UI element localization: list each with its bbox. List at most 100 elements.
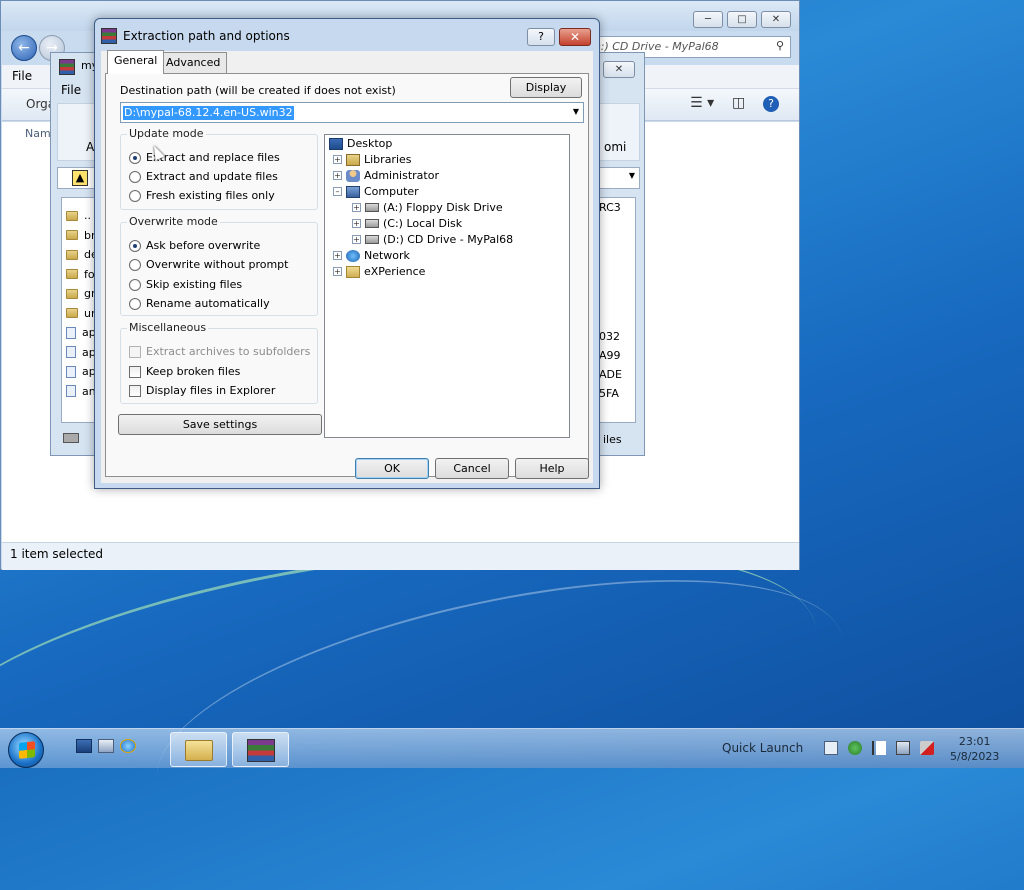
checkbox-keep-broken-files[interactable]: Keep broken files [129, 365, 240, 378]
cd-drive-icon [365, 235, 379, 244]
destination-path-combo[interactable]: D:\mypal-68.12.4.en-US.win32 ▼ [120, 102, 584, 123]
winrar-icon [59, 59, 75, 75]
crc-value: ADE [599, 368, 622, 381]
maximize-button[interactable]: □ [727, 11, 757, 28]
taskbar-winrar-button[interactable] [232, 732, 289, 767]
help-button[interactable]: Help [515, 458, 589, 479]
folder-tree[interactable]: Desktop + Libraries + Administrator – Compu… [324, 134, 570, 438]
views-icon[interactable]: ☰ ▾ [690, 95, 714, 111]
clock-date: 5/8/2023 [950, 750, 1000, 763]
dialog-close-button[interactable]: ✕ [559, 28, 591, 46]
expand-icon[interactable]: + [333, 251, 342, 260]
radio-rename-automatically[interactable]: Rename automatically [129, 297, 270, 310]
radio-icon[interactable] [129, 170, 141, 183]
network-icon [346, 249, 360, 262]
miscellaneous-group: Miscellaneous Extract archives to subfol… [120, 321, 318, 404]
checkbox-icon[interactable] [129, 345, 141, 358]
show-desktop-icon[interactable] [76, 739, 92, 753]
radio-skip-existing[interactable]: Skip existing files [129, 278, 242, 291]
switch-windows-icon[interactable] [98, 739, 114, 753]
quick-launch-label[interactable]: Quick Launch [722, 741, 803, 755]
cancel-button[interactable]: Cancel [435, 458, 509, 479]
internet-explorer-icon[interactable] [120, 739, 136, 753]
expand-icon[interactable]: + [333, 171, 342, 180]
search-icon[interactable]: ⚲ [776, 39, 784, 52]
save-settings-button[interactable]: Save settings [118, 414, 322, 435]
file-icon [66, 385, 76, 398]
crc-value: 5FA [599, 387, 619, 400]
tree-node-floppy[interactable]: + (A:) Floppy Disk Drive [352, 201, 503, 214]
file-icon [66, 346, 76, 359]
checkbox-display-in-explorer[interactable]: Display files in Explorer [129, 384, 275, 397]
taskbar-explorer-button[interactable] [170, 732, 227, 767]
dialog-help-titlebar-button[interactable]: ? [527, 28, 555, 46]
radio-selected-icon[interactable] [129, 151, 141, 164]
clipboard-icon[interactable] [824, 741, 838, 755]
tab-general[interactable]: General [107, 50, 165, 74]
toolbar-comment-label[interactable]: omi [604, 140, 626, 154]
chevron-down-icon[interactable]: ▼ [573, 107, 579, 116]
tree-node-administrator[interactable]: + Administrator [333, 169, 439, 182]
ok-button[interactable]: OK [355, 458, 429, 479]
system-clock[interactable]: 23:01 5/8/2023 [950, 734, 999, 764]
security-icon[interactable] [848, 741, 862, 755]
tree-node-desktop[interactable]: Desktop [329, 137, 392, 150]
column-name-header[interactable]: Nam [25, 127, 51, 140]
help-icon[interactable]: ? [763, 96, 779, 112]
radio-icon[interactable] [129, 278, 141, 291]
toolbar-add-label[interactable]: A [86, 140, 94, 154]
start-button[interactable] [8, 732, 44, 768]
volume-muted-icon[interactable] [920, 741, 934, 755]
tree-node-network[interactable]: + Network [333, 249, 410, 262]
windows-logo-icon [19, 741, 35, 759]
tree-node-libraries[interactable]: + Libraries [333, 153, 412, 166]
taskbar: Quick Launch 23:01 5/8/2023 [0, 728, 1024, 768]
menu-file[interactable]: File [12, 69, 32, 83]
dialog-body: General Advanced Destination path (will … [101, 50, 593, 483]
radio-extract-update[interactable]: Extract and update files [129, 170, 278, 183]
tree-node-local-disk[interactable]: + (C:) Local Disk [352, 217, 462, 230]
radio-icon[interactable] [129, 258, 141, 271]
radio-selected-icon[interactable] [129, 239, 141, 252]
folder-icon [66, 249, 78, 260]
minimize-button[interactable]: ─ [693, 11, 723, 28]
overwrite-mode-group: Overwrite mode Ask before overwrite Over… [120, 215, 318, 316]
up-folder-icon[interactable]: ▲ [72, 170, 88, 186]
update-mode-group: Update mode Extract and replace files Ex… [120, 127, 318, 210]
tree-node-experience[interactable]: + eXPerience [333, 265, 425, 278]
destination-label: Destination path (will be created if doe… [120, 84, 396, 97]
checkbox-icon[interactable] [129, 365, 141, 378]
checkbox-extract-to-subfolders[interactable]: Extract archives to subfolders [129, 345, 310, 358]
folder-icon [66, 288, 78, 299]
winrar-icon [101, 28, 117, 44]
expand-icon[interactable]: + [333, 267, 342, 276]
expand-icon[interactable]: + [352, 219, 361, 228]
expand-icon[interactable]: + [333, 155, 342, 164]
radio-icon[interactable] [129, 189, 141, 202]
tab-advanced[interactable]: Advanced [159, 52, 228, 73]
radio-fresh-existing[interactable]: Fresh existing files only [129, 189, 275, 202]
winrar-menu-file[interactable]: File [61, 83, 81, 97]
radio-overwrite-without-prompt[interactable]: Overwrite without prompt [129, 258, 288, 271]
winrar-close-button[interactable]: ✕ [603, 61, 635, 78]
tree-node-computer[interactable]: – Computer [333, 185, 419, 198]
checkbox-icon[interactable] [129, 384, 141, 397]
collapse-icon[interactable]: – [333, 187, 342, 196]
display-button[interactable]: Display [510, 77, 582, 98]
back-icon[interactable]: ← [11, 35, 37, 61]
folder-icon [346, 265, 360, 278]
network-status-icon[interactable] [896, 741, 910, 755]
winrar-status-text: iles [603, 433, 622, 446]
libraries-icon [346, 153, 360, 166]
radio-ask-before-overwrite[interactable]: Ask before overwrite [129, 239, 260, 252]
path-dropdown-icon[interactable]: ▼ [629, 171, 635, 180]
crc-value: 032 [599, 330, 620, 343]
crc-header: RC3 [599, 201, 621, 214]
close-button[interactable]: ✕ [761, 11, 791, 28]
expand-icon[interactable]: + [352, 235, 361, 244]
radio-icon[interactable] [129, 297, 141, 310]
preview-pane-icon[interactable]: ◫ [732, 95, 745, 111]
expand-icon[interactable]: + [352, 203, 361, 212]
action-center-flag-icon[interactable] [872, 741, 886, 755]
tree-node-cd-drive[interactable]: + (D:) CD Drive - MyPal68 [352, 233, 513, 246]
